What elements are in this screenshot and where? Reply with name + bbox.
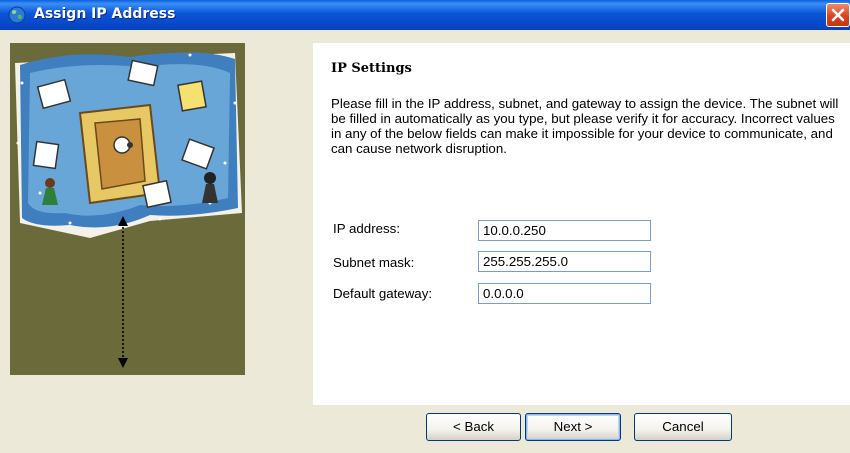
dialog-window: Assign IP Address IP Settings Please fil… bbox=[0, 0, 850, 453]
close-icon bbox=[831, 8, 845, 22]
next-button[interactable]: Next > bbox=[525, 413, 621, 441]
globe-icon bbox=[8, 6, 26, 24]
close-button[interactable] bbox=[826, 3, 850, 27]
section-description: Please fill in the IP address, subnet, a… bbox=[331, 96, 839, 156]
default-gateway-label: Default gateway: bbox=[333, 286, 433, 301]
window-title: Assign IP Address bbox=[34, 6, 176, 22]
section-heading: IP Settings bbox=[331, 61, 412, 76]
cancel-button[interactable]: Cancel bbox=[634, 413, 732, 441]
subnet-mask-label: Subnet mask: bbox=[333, 255, 415, 270]
title-bar[interactable]: Assign IP Address bbox=[0, 0, 850, 30]
network-illustration bbox=[15, 52, 242, 368]
default-gateway-field[interactable]: 0.0.0.0 bbox=[478, 283, 651, 304]
subnet-mask-field[interactable]: 255.255.255.0 bbox=[478, 251, 651, 272]
content-area: IP Settings Please fill in the IP addres… bbox=[313, 43, 850, 405]
ip-address-label: IP address: bbox=[333, 221, 401, 236]
ip-address-field[interactable]: 10.0.0.250 bbox=[478, 220, 651, 241]
vertical-double-arrow-icon bbox=[118, 216, 128, 368]
back-button[interactable]: < Back bbox=[426, 413, 521, 441]
wizard-side-panel bbox=[10, 43, 245, 375]
